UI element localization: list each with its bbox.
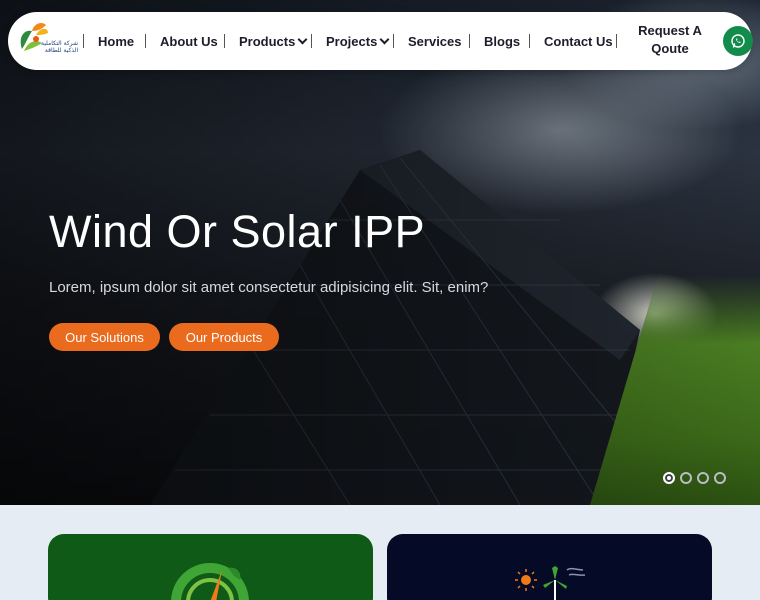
- slider-dot[interactable]: [714, 472, 726, 484]
- whatsapp-icon: [731, 34, 745, 48]
- hero-subtitle: Lorem, ipsum dolor sit amet consectetur …: [49, 279, 489, 296]
- nav-contact-us[interactable]: Contact Us: [544, 12, 613, 70]
- nav-products-label: Products: [239, 33, 296, 49]
- nav-contact-us-label: Contact Us: [544, 33, 613, 49]
- nav-separator: [616, 34, 617, 48]
- nav-separator: [393, 34, 394, 48]
- nav-separator: [83, 34, 84, 48]
- nav-home[interactable]: Home: [98, 12, 134, 70]
- wind-solar-icon: [515, 566, 586, 600]
- nav-services-label: Services: [408, 33, 462, 49]
- whatsapp-button[interactable]: [723, 26, 753, 56]
- slider-pagination: [663, 472, 726, 484]
- request-quote-button[interactable]: Request A Qoute: [633, 22, 707, 62]
- top-navbar: شركة التكاملية الذكية للطاقة Home About …: [8, 12, 753, 70]
- hero-title: Wind Or Solar IPP: [49, 206, 426, 257]
- our-products-button[interactable]: Our Products: [169, 323, 279, 351]
- nav-separator: [469, 34, 470, 48]
- nav-blogs[interactable]: Blogs: [484, 12, 520, 70]
- nav-separator: [224, 34, 225, 48]
- logo-text: شركة التكاملية الذكية للطاقة: [41, 40, 78, 54]
- nav-projects-label: Projects: [326, 33, 378, 49]
- chevron-down-icon: [297, 34, 308, 44]
- nav-projects[interactable]: Projects: [326, 12, 390, 70]
- nav-separator: [529, 34, 530, 48]
- nav-products[interactable]: Products: [239, 12, 308, 70]
- nav-separator: [311, 34, 312, 48]
- service-card-navy[interactable]: [387, 534, 712, 600]
- nav-about-us-label: About Us: [160, 33, 218, 49]
- chevron-down-icon: [379, 34, 390, 44]
- nav-home-label: Home: [98, 33, 135, 49]
- slider-dot[interactable]: [697, 472, 709, 484]
- nav-about-us[interactable]: About Us: [160, 12, 218, 70]
- service-card-green[interactable]: [48, 534, 373, 600]
- slider-dot[interactable]: [663, 472, 675, 484]
- nav-services[interactable]: Services: [408, 12, 462, 70]
- nav-separator: [145, 34, 146, 48]
- slider-dot[interactable]: [680, 472, 692, 484]
- nav-blogs-label: Blogs: [484, 33, 521, 49]
- our-solutions-button[interactable]: Our Solutions: [49, 323, 160, 351]
- gauge-leaf-icon: [171, 563, 249, 600]
